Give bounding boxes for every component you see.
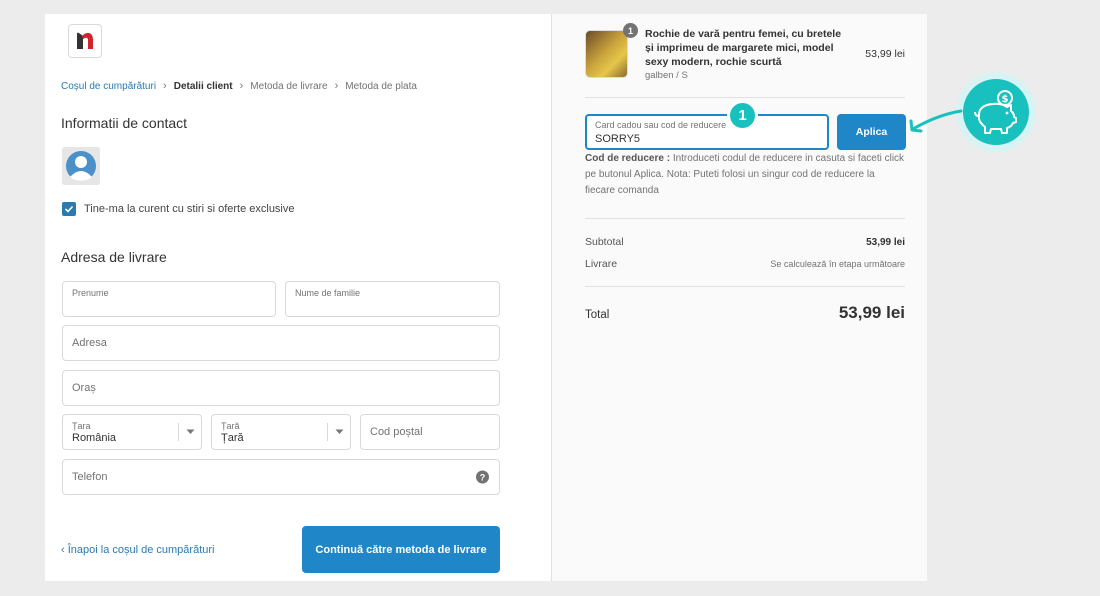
breadcrumb-shipping-method: Metoda de livrare: [250, 80, 328, 92]
postal-code-field[interactable]: Cod poștal: [360, 414, 500, 450]
postal-code-placeholder: Cod poștal: [370, 426, 423, 438]
city-placeholder: Oraș: [72, 382, 96, 394]
chevron-right-icon: ›: [163, 80, 167, 92]
piggy-bank-icon: $: [963, 79, 1029, 145]
region-label: Țară: [221, 421, 240, 431]
checkout-page: Coșul de cumpărături › Detalii client › …: [45, 14, 927, 581]
product-variant: galben / S: [645, 70, 688, 81]
help-icon[interactable]: ?: [476, 470, 489, 484]
order-summary-column: 1 Rochie de vară pentru femei, cu bretel…: [551, 14, 927, 581]
total-value: 53,99 lei: [838, 303, 905, 322]
country-label: Țara: [72, 421, 91, 431]
quantity-badge: 1: [623, 23, 638, 38]
first-name-label: Prenume: [72, 288, 109, 298]
address-field[interactable]: Adresa: [62, 325, 500, 361]
subtotal-row: Subtotal 53,99 lei: [585, 236, 905, 248]
city-field[interactable]: Oraș: [62, 370, 500, 406]
subtotal-label: Subtotal: [585, 236, 624, 248]
svg-text:$: $: [1002, 94, 1009, 105]
newsletter-checkbox[interactable]: [62, 202, 76, 216]
country-value: România: [72, 432, 117, 444]
apply-discount-button[interactable]: Aplica: [837, 114, 906, 150]
breadcrumb-payment-method: Metoda de plata: [345, 80, 417, 92]
chevron-right-icon: ›: [334, 80, 339, 92]
address-placeholder: Adresa: [72, 337, 107, 349]
region-value: Țară: [221, 432, 244, 444]
shipping-row: Livrare Se calculează în etapa următoare: [585, 258, 905, 270]
total-label: Total: [585, 309, 610, 321]
subtotal-value: 53,99 lei: [866, 237, 905, 248]
shipping-value: Se calculează în etapa următoare: [770, 259, 905, 269]
total-row: Total 53,99 lei: [585, 303, 905, 323]
contact-section-title: Informatii de contact: [61, 115, 188, 131]
avatar-icon[interactable]: [62, 147, 100, 185]
discount-note-title: Cod de reducere :: [585, 153, 671, 164]
discount-code-value: SORRY5: [595, 133, 641, 145]
phone-field[interactable]: Telefon ?: [62, 459, 500, 495]
step-number-badge: 1: [727, 100, 758, 131]
checkmark-icon: [64, 205, 74, 213]
region-select[interactable]: Țară Țară: [211, 414, 351, 450]
chevron-down-icon: [327, 423, 350, 441]
product-price: 53,99 lei: [865, 48, 905, 60]
divider: [585, 97, 905, 98]
country-select[interactable]: Țara România: [62, 414, 202, 450]
shipping-label: Livrare: [585, 258, 618, 270]
first-name-field[interactable]: Prenume: [62, 281, 276, 317]
divider: [585, 286, 905, 287]
back-to-cart-link[interactable]: ‹ Înapoi la coșul de cumpărături: [61, 544, 214, 556]
breadcrumb-cart[interactable]: Coșul de cumpărături: [61, 81, 156, 92]
continue-to-shipping-button[interactable]: Continuă către metoda de livrare: [302, 526, 500, 573]
last-name-field[interactable]: Nume de familie: [285, 281, 500, 317]
product-name: Rochie de vară pentru femei, cu bretele …: [645, 28, 842, 68]
discount-code-input[interactable]: Card cadou sau cod de reducere SORRY5: [585, 114, 829, 150]
store-logo-icon[interactable]: [68, 24, 102, 58]
checkout-form-column: Coșul de cumpărături › Detalii client › …: [45, 14, 551, 581]
newsletter-label: Tine-ma la curent cu stiri si oferte exc…: [84, 203, 295, 215]
discount-code-label: Card cadou sau cod de reducere: [595, 120, 727, 130]
breadcrumb-customer-details: Detalii client: [173, 80, 233, 92]
last-name-label: Nume de familie: [295, 288, 361, 298]
shipping-section-title: Adresa de livrare: [61, 249, 167, 265]
discount-note: Cod de reducere : Introduceti codul de r…: [585, 151, 907, 199]
chevron-right-icon: ›: [239, 80, 244, 92]
newsletter-checkbox-row[interactable]: Tine-ma la curent cu stiri si oferte exc…: [62, 202, 295, 216]
breadcrumb: Coșul de cumpărături › Detalii client › …: [61, 80, 417, 92]
divider: [585, 218, 905, 219]
arrow-icon: [909, 109, 963, 133]
product-thumbnail: [585, 30, 628, 78]
chevron-down-icon: [178, 423, 201, 441]
phone-placeholder: Telefon: [72, 471, 108, 483]
